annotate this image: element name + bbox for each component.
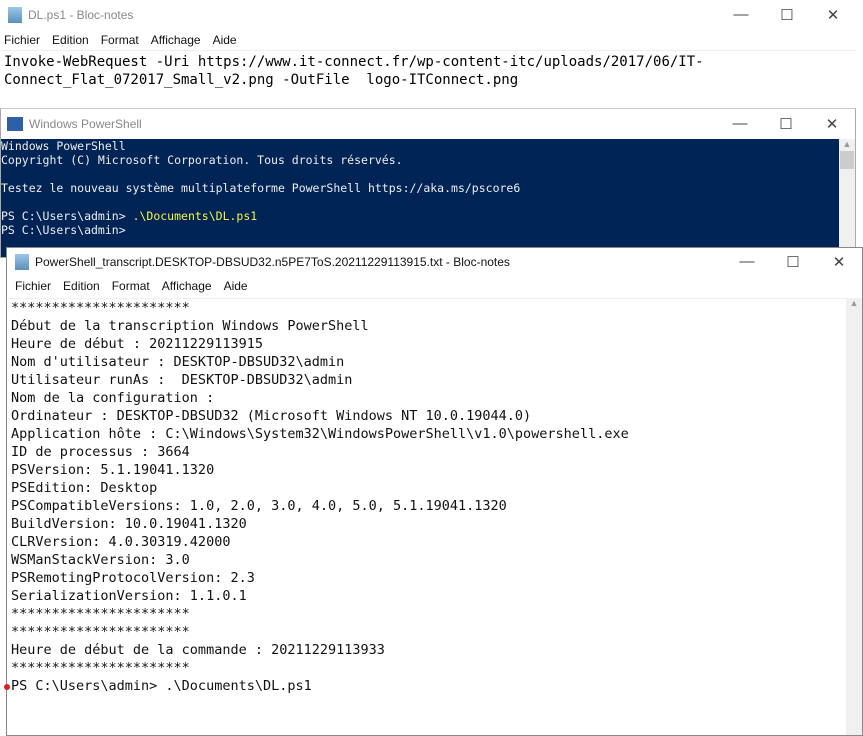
text-line: Heure de début : 20211229113915	[11, 336, 263, 352]
powershell-icon	[7, 117, 23, 131]
menu-bar: Fichier Edition Format Affichage Aide	[7, 276, 862, 296]
minimize-button[interactable]: —	[717, 115, 763, 133]
text-line: WSManStackVersion: 3.0	[11, 552, 190, 568]
text-line: SerializationVersion: 1.1.0.1	[11, 588, 247, 604]
text-line: Nom de la configuration :	[11, 390, 223, 406]
notepad-dl-window: DL.ps1 - Bloc-notes — ☐ ✕ Fichier Edition Fo…	[0, 0, 856, 108]
window-title: PowerShell_transcript.DESKTOP-DBSUD32.n5…	[35, 255, 510, 269]
text-line: Connect_Flat_072017_Small_v2.png -OutFil…	[4, 72, 519, 88]
menu-edition[interactable]: Edition	[52, 33, 89, 47]
text-line: PSVersion: 5.1.19041.1320	[11, 462, 215, 478]
scrollbar[interactable]: ▲	[839, 139, 855, 257]
text-line: **********************	[11, 660, 190, 676]
text-line: **********************	[11, 624, 190, 640]
menu-fichier[interactable]: Fichier	[15, 279, 51, 293]
prompt: PS C:\Users\admin>	[1, 223, 126, 237]
close-button[interactable]: ✕	[810, 6, 856, 24]
text-line: Heure de début de la commande : 20211229…	[11, 642, 385, 658]
maximize-button[interactable]: ☐	[770, 253, 816, 271]
text-line: PSEdition: Desktop	[11, 480, 158, 496]
window-title: Windows PowerShell	[29, 117, 142, 131]
text-line: PS C:\Users\admin> .\Documents\DL.ps1	[11, 678, 312, 694]
prompt: PS C:\Users\admin>	[1, 209, 133, 223]
console-line: Windows PowerShell	[1, 139, 126, 153]
window-title: DL.ps1 - Bloc-notes	[28, 8, 134, 22]
menu-affichage[interactable]: Affichage	[162, 279, 212, 293]
menu-fichier[interactable]: Fichier	[4, 33, 40, 47]
menu-affichage[interactable]: Affichage	[151, 33, 201, 47]
title-bar[interactable]: Windows PowerShell — ☐ ✕	[1, 109, 855, 139]
minimize-button[interactable]: —	[724, 253, 770, 271]
text-line: **********************	[11, 300, 190, 316]
console-line: Testez le nouveau système multiplateform…	[1, 181, 521, 195]
text-line	[11, 695, 846, 713]
powershell-window: Windows PowerShell — ☐ ✕ Windows PowerShel…	[0, 108, 856, 258]
text-line: BuildVersion: 10.0.19041.1320	[11, 516, 247, 532]
maximize-button[interactable]: ☐	[764, 6, 810, 24]
text-line: Invoke-WebRequest -Uri https://www.it-co…	[4, 54, 704, 70]
text-line: Utilisateur runAs : DESKTOP-DBSUD32\admi…	[11, 372, 353, 388]
close-button[interactable]: ✕	[816, 253, 862, 271]
text-line: Début de la transcription Windows PowerS…	[11, 318, 369, 334]
notepad-icon	[8, 7, 22, 23]
menu-format[interactable]: Format	[101, 33, 139, 47]
console-line: Copyright (C) Microsoft Corporation. Tou…	[1, 153, 403, 167]
text-editor[interactable]: ********************** Début de la transc…	[7, 298, 846, 735]
text-line: Ordinateur : DESKTOP-DBSUD32 (Microsoft …	[11, 408, 532, 424]
title-bar[interactable]: DL.ps1 - Bloc-notes — ☐ ✕	[0, 0, 856, 30]
menu-aide[interactable]: Aide	[213, 33, 237, 47]
text-line: PSCompatibleVersions: 1.0, 2.0, 3.0, 4.0…	[11, 498, 507, 514]
notepad-transcript-window: PowerShell_transcript.DESKTOP-DBSUD32.n5…	[4, 247, 863, 736]
close-button[interactable]: ✕	[809, 115, 855, 133]
menu-bar: Fichier Edition Format Affichage Aide	[0, 30, 856, 50]
menu-edition[interactable]: Edition	[63, 279, 100, 293]
maximize-button[interactable]: ☐	[763, 115, 809, 133]
scrollbar[interactable]: ▲	[846, 298, 862, 735]
text-line: **********************	[11, 606, 190, 622]
console-line: PS C:\Users\admin> .\Documents\DL.ps1	[1, 209, 839, 223]
menu-aide[interactable]: Aide	[224, 279, 248, 293]
console[interactable]: Windows PowerShell Copyright (C) Microso…	[1, 139, 839, 257]
menu-format[interactable]: Format	[112, 279, 150, 293]
text-line: Application hôte : C:\Windows\System32\W…	[11, 426, 629, 442]
text-editor[interactable]: Invoke-WebRequest -Uri https://www.it-co…	[0, 50, 856, 91]
text-line: PSRemotingProtocolVersion: 2.3	[11, 570, 255, 586]
text-line: CLRVersion: 4.0.30319.42000	[11, 534, 231, 550]
notepad-icon	[15, 254, 29, 270]
minimize-button[interactable]: —	[718, 6, 764, 24]
text-line: ID de processus : 3664	[11, 444, 190, 460]
cursor-marker	[4, 684, 10, 690]
command: .\Documents\DL.ps1	[132, 209, 258, 223]
text-line: Nom d'utilisateur : DESKTOP-DBSUD32\admi…	[11, 354, 345, 370]
title-bar[interactable]: PowerShell_transcript.DESKTOP-DBSUD32.n5…	[7, 248, 862, 276]
